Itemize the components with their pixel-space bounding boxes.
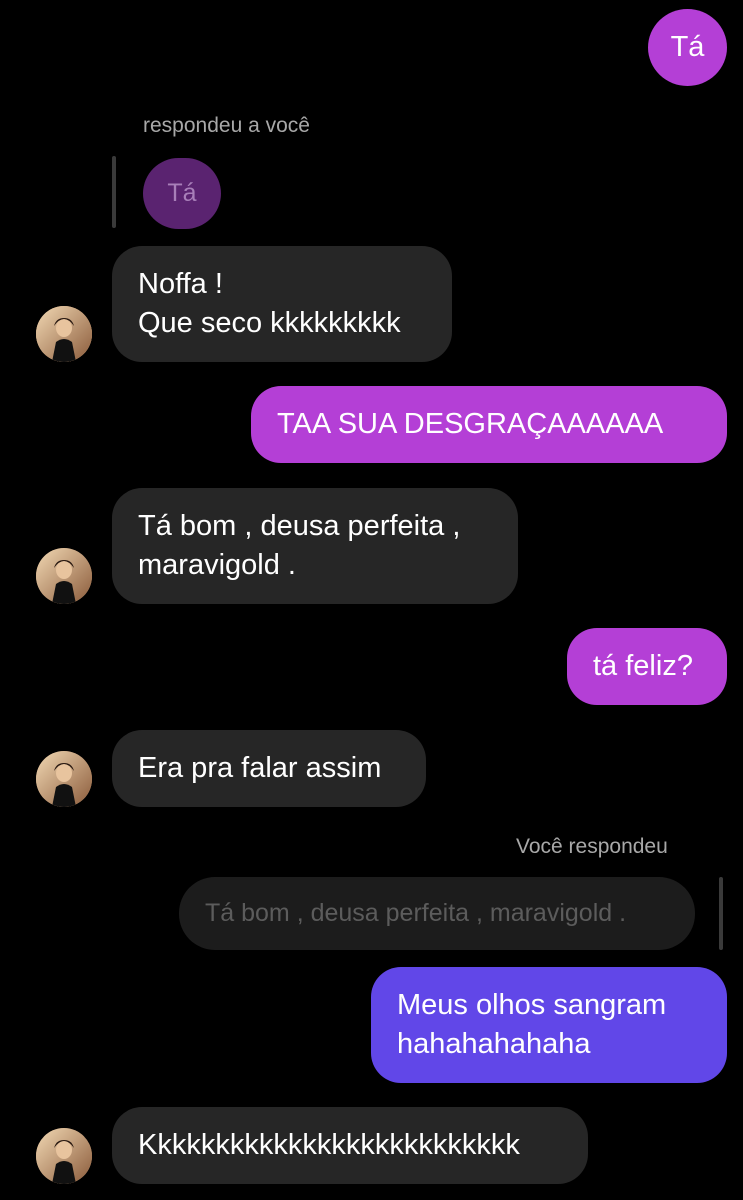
quote-bar — [112, 156, 116, 228]
quoted-text: Tá bom , deusa perfeita , maravigold . — [205, 899, 627, 927]
contact-avatar[interactable] — [36, 1128, 92, 1184]
received-message-bubble[interactable]: Kkkkkkkkkkkkkkkkkkkkkkkkkk — [112, 1107, 588, 1184]
avatar-photo-icon — [36, 1128, 92, 1184]
contact-avatar[interactable] — [36, 306, 92, 362]
message-text: Noffa ! Que seco kkkkkkkkk — [138, 268, 401, 339]
avatar-photo-icon — [36, 548, 92, 604]
reply-label: respondeu a você — [143, 114, 310, 137]
sent-message-bubble[interactable]: Tá — [648, 9, 727, 86]
message-text: TAA SUA DESGRAÇAAAAAA — [277, 408, 664, 440]
quoted-message[interactable]: Tá bom , deusa perfeita , maravigold . — [179, 877, 695, 950]
message-text: Tá — [670, 31, 705, 63]
quoted-message[interactable]: Tá — [143, 158, 221, 229]
received-message-bubble[interactable]: Tá bom , deusa perfeita , maravigold . — [112, 488, 518, 604]
avatar-photo-icon — [36, 306, 92, 362]
reply-label: Você respondeu — [516, 835, 668, 858]
contact-avatar[interactable] — [36, 751, 92, 807]
quote-bar — [719, 877, 723, 950]
quoted-text: Tá — [167, 179, 197, 207]
message-text: Kkkkkkkkkkkkkkkkkkkkkkkkkk — [138, 1129, 520, 1161]
contact-avatar[interactable] — [36, 548, 92, 604]
sent-message-bubble[interactable]: TAA SUA DESGRAÇAAAAAA — [251, 386, 727, 463]
message-text: Tá bom , deusa perfeita , maravigold . — [138, 510, 461, 581]
message-text: Era pra falar assim — [138, 752, 382, 784]
received-message-bubble[interactable]: Era pra falar assim — [112, 730, 426, 807]
message-text: Meus olhos sangram hahahahahaha — [397, 989, 667, 1060]
received-message-bubble[interactable]: Noffa ! Que seco kkkkkkkkk — [112, 246, 452, 362]
message-text: tá feliz? — [593, 650, 693, 682]
sent-message-bubble[interactable]: tá feliz? — [567, 628, 727, 705]
avatar-photo-icon — [36, 751, 92, 807]
sent-message-bubble[interactable]: Meus olhos sangram hahahahahaha — [371, 967, 727, 1083]
